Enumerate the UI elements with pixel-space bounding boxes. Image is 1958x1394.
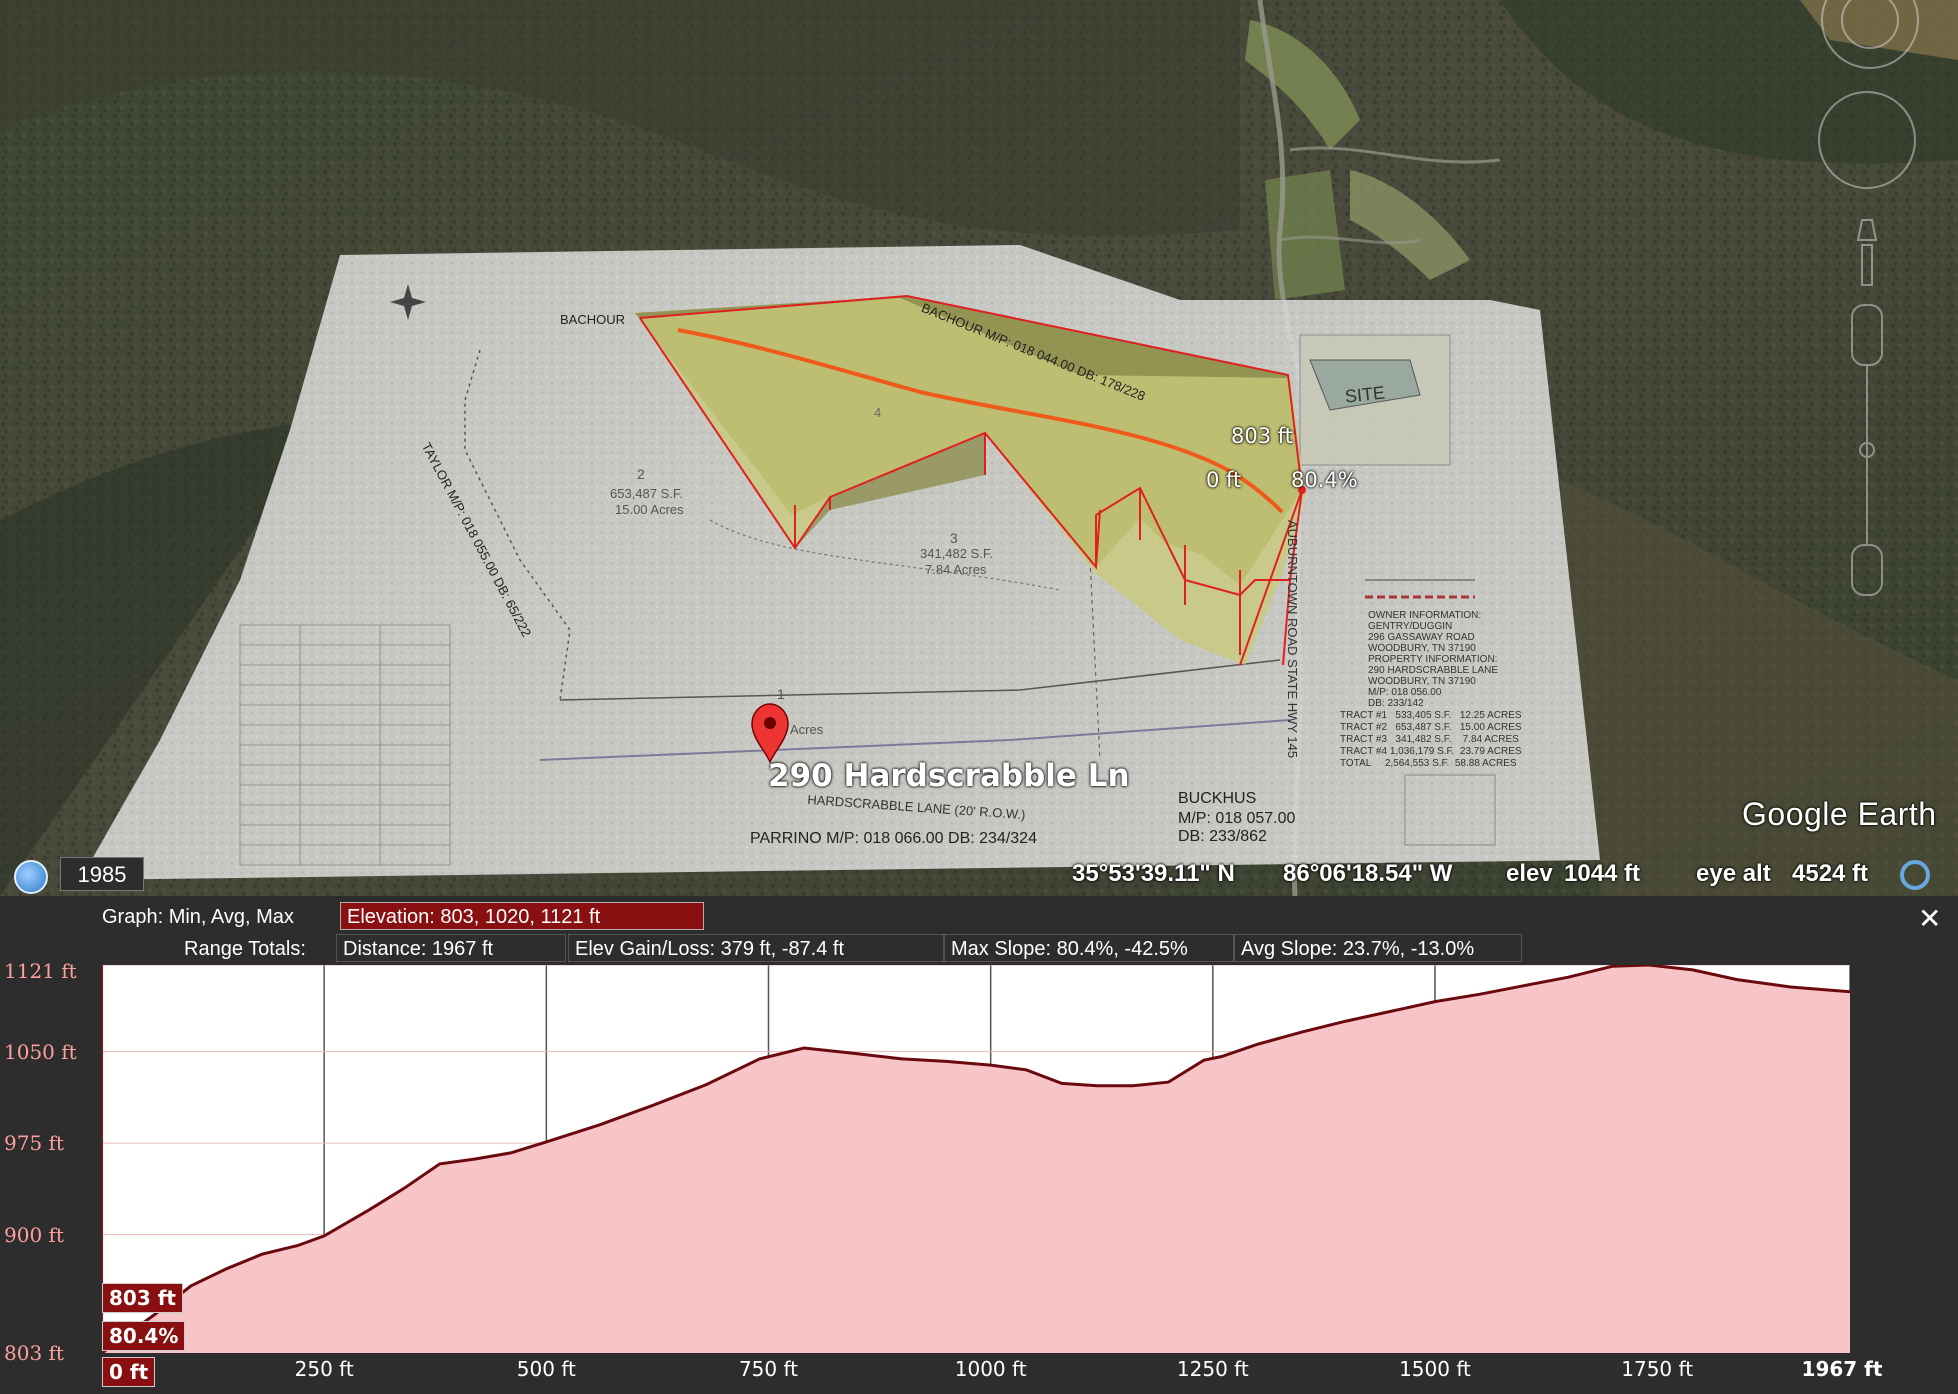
status-longitude: 86°06'18.54" W bbox=[1283, 860, 1453, 887]
plat-owner-buckhus-mp: M/P: 018 057.00 bbox=[1178, 810, 1296, 827]
elevation-profile-chart[interactable] bbox=[102, 965, 1850, 1353]
status-latitude: 35°53'39.11" N bbox=[1072, 860, 1235, 887]
imagery-year-badge[interactable]: 1985 bbox=[60, 857, 144, 891]
max-slope-stat-box[interactable]: Max Slope: 80.4%, -42.5% bbox=[944, 934, 1234, 962]
owner-info-line: WOODBURY, TN 37190 bbox=[1368, 643, 1476, 654]
owner-info-line: GENTRY/DUGGIN bbox=[1368, 621, 1453, 632]
streaming-progress-icon bbox=[1900, 860, 1930, 890]
y-tick-label: 900 ft bbox=[4, 1222, 64, 1247]
plat-owner-bachour: BACHOUR bbox=[560, 312, 626, 327]
y-tick-label: 1121 ft bbox=[4, 959, 77, 983]
elevation-stat-box[interactable]: Elevation: 803, 1020, 1121 ft bbox=[340, 902, 704, 930]
owner-info-line: OWNER INFORMATION: bbox=[1368, 610, 1482, 621]
owner-info-line: WOODBURY, TN 37190 bbox=[1368, 676, 1476, 687]
path-marker-distance: 0 ft bbox=[1206, 468, 1242, 492]
plat-tract-4-number: 4 bbox=[874, 405, 882, 420]
tract-table-row: TRACT #1 533,405 S.F. 12.25 ACRES bbox=[1340, 710, 1522, 721]
path-marker-slope: 80.4% bbox=[1291, 468, 1358, 492]
x-tick-label: 1967 ft bbox=[1801, 1357, 1883, 1381]
map-view[interactable]: SITE BACHOUR BACHOUR M/P: 018 044.00 DB:… bbox=[0, 0, 1958, 896]
owner-info-line: M/P: 018 056.00 bbox=[1368, 687, 1442, 698]
distance-stat-box[interactable]: Distance: 1967 ft bbox=[336, 934, 566, 962]
plat-tract-table: TRACT #1 533,405 S.F. 12.25 ACRES TRACT … bbox=[1340, 710, 1570, 770]
plat-tract-2-acres: 15.00 Acres bbox=[615, 502, 684, 517]
plat-road-label: AUBURNTOWN ROAD STATE HWY 145 bbox=[1285, 520, 1300, 759]
tract-table-row: TRACT #4 1,036,179 S.F. 23.79 ACRES bbox=[1340, 746, 1522, 757]
x-tick-label: 1750 ft bbox=[1621, 1357, 1694, 1381]
y-tick-label: 975 ft bbox=[4, 1131, 64, 1156]
plat-tract-1-number: 1 bbox=[777, 686, 785, 702]
y-tick-label: 1050 ft bbox=[4, 1039, 77, 1064]
status-elev-label: elev bbox=[1506, 860, 1553, 887]
owner-info-line: 296 GASSAWAY ROAD bbox=[1368, 632, 1475, 643]
x-tick-label: 1500 ft bbox=[1399, 1357, 1471, 1381]
status-eye-alt-value: 4524 ft bbox=[1792, 860, 1869, 887]
plat-tract-3-number: 3 bbox=[950, 530, 958, 546]
google-earth-logo: Google Earth bbox=[1742, 796, 1937, 832]
plat-owner-parrino: PARRINO M/P: 018 066.00 DB: 234/324 bbox=[750, 830, 1037, 847]
status-elev-value: 1044 ft bbox=[1564, 860, 1641, 887]
elev-gain-loss-stat-box[interactable]: Elev Gain/Loss: 379 ft, -87.4 ft bbox=[568, 934, 944, 962]
tract-table-row: TOTAL 2,564,553 S.F. 58.88 ACRES bbox=[1340, 758, 1517, 769]
range-totals-label: Range Totals: bbox=[184, 938, 306, 960]
plat-owner-info: OWNER INFORMATION: GENTRY/DUGGIN 296 GAS… bbox=[1368, 610, 1538, 709]
plat-tract-2-area: 653,487 S.F. bbox=[610, 486, 683, 501]
tract-table-row: TRACT #2 653,487 S.F. 15.00 ACRES bbox=[1340, 722, 1522, 733]
plat-tract-1-acres: Acres bbox=[790, 722, 824, 737]
x-tick-label: 500 ft bbox=[516, 1357, 576, 1381]
avg-slope-stat-box[interactable]: Avg Slope: 23.7%, -13.0% bbox=[1234, 934, 1522, 962]
y-tick-label: 803 ft bbox=[4, 1341, 64, 1365]
x-tick-label: 1000 ft bbox=[954, 1357, 1027, 1381]
owner-info-line: 290 HARDSCRABBLE LANE bbox=[1368, 665, 1499, 676]
plat-tract-2-number: 2 bbox=[637, 466, 645, 482]
owner-info-line: PROPERTY INFORMATION: bbox=[1368, 654, 1498, 665]
path-marker-elevation: 803 ft bbox=[1231, 424, 1294, 448]
plat-owner-buckhus: BUCKHUS bbox=[1178, 790, 1257, 807]
plat-tract-3-acres: 7.84 Acres bbox=[925, 562, 987, 577]
cursor-slope-tag: 80.4% bbox=[102, 1321, 186, 1351]
placemark-label[interactable]: 290 Hardscrabble Ln bbox=[768, 758, 1130, 794]
cursor-distance-tag: 0 ft bbox=[102, 1357, 156, 1387]
tract-table-row: TRACT #3 341,482 S.F. 7.84 ACRES bbox=[1340, 734, 1519, 745]
x-tick-label: 750 ft bbox=[738, 1357, 799, 1381]
status-eye-alt-label: eye alt bbox=[1696, 860, 1771, 887]
graph-mode-label: Graph: Min, Avg, Max bbox=[102, 906, 294, 928]
plat-tract-3-area: 341,482 S.F. bbox=[920, 546, 993, 561]
owner-info-line: DB: 233/142 bbox=[1368, 698, 1424, 709]
x-tick-label: 1250 ft bbox=[1176, 1357, 1249, 1381]
historical-imagery-clock-icon[interactable] bbox=[14, 860, 48, 894]
site-label: SITE bbox=[1344, 382, 1386, 406]
cursor-elevation-tag: 803 ft bbox=[102, 1283, 183, 1313]
plat-owner-buckhus-db: DB: 233/862 bbox=[1178, 828, 1267, 845]
close-profile-icon[interactable]: ✕ bbox=[1918, 902, 1941, 935]
x-tick-label: 250 ft bbox=[294, 1357, 354, 1381]
